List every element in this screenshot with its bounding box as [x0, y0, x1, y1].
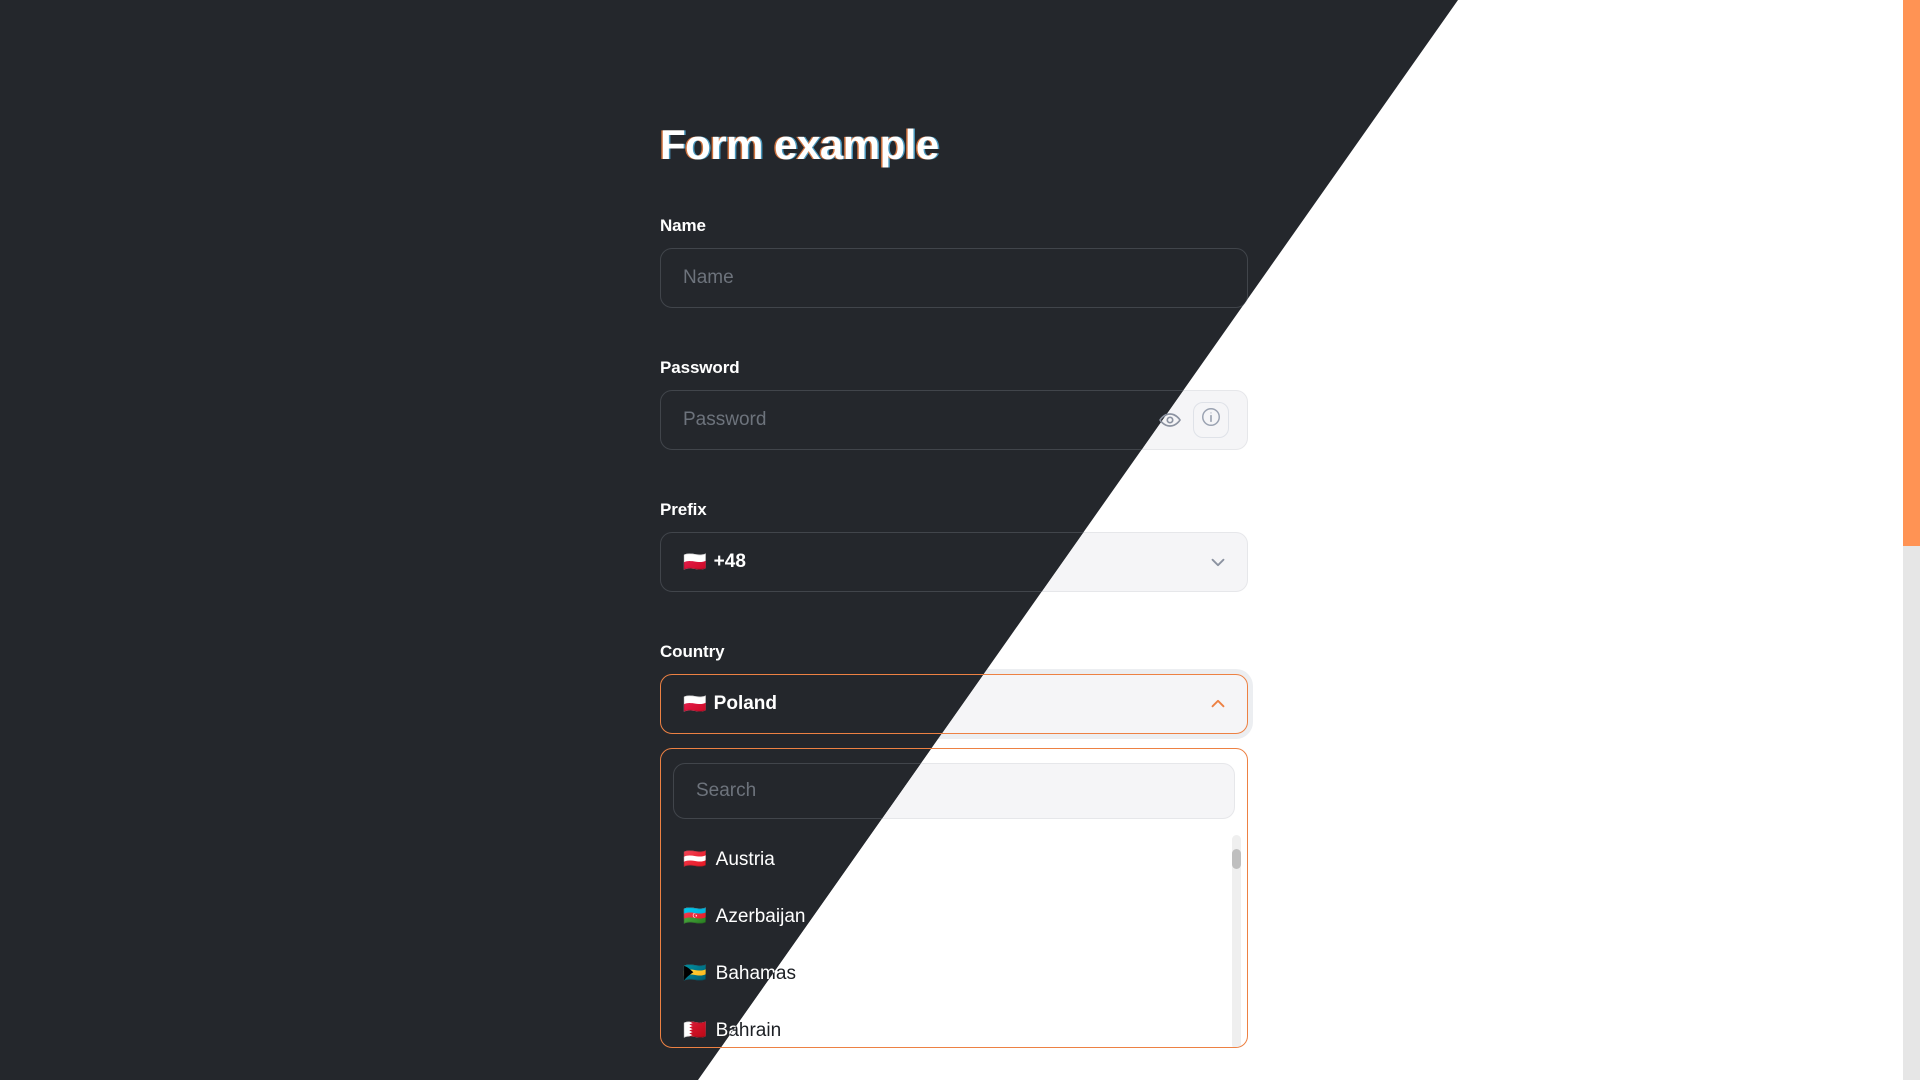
page-scrollbar-track-remainder[interactable]	[1903, 546, 1920, 1080]
option-label: Azerbaijan	[715, 905, 806, 927]
option-flag-icon: 🇧🇸	[683, 963, 707, 984]
option-flag-icon: 🇦🇿	[683, 906, 707, 927]
info-icon	[1200, 406, 1222, 434]
country-search-placeholder: Search	[696, 780, 757, 801]
option-flag-icon: 🇦🇹	[683, 849, 707, 870]
country-select-value: 🇵🇱 Poland	[683, 693, 777, 715]
page-scrollbar-thumb[interactable]	[1903, 0, 1920, 546]
prefix-select-value: 🇵🇱 +48	[683, 551, 746, 573]
name-field-label: Name	[660, 216, 706, 235]
list-item[interactable]: 🇧🇭 Bahrain	[673, 1002, 1235, 1047]
option-label: Austria	[715, 848, 775, 870]
name-input[interactable]: Name	[660, 248, 1248, 308]
chevron-down-icon[interactable]	[1207, 551, 1229, 573]
name-input-placeholder: Name	[683, 267, 734, 288]
page-title: Form example	[660, 121, 939, 168]
page-scrollbar[interactable]	[1903, 0, 1920, 1080]
page-root: Form example Name Name Password Password	[0, 0, 1920, 1080]
password-field-label: Password	[660, 358, 740, 377]
chevron-up-icon[interactable]	[1207, 693, 1229, 715]
password-info-button[interactable]	[1193, 402, 1229, 438]
password-input-placeholder: Password	[683, 409, 767, 430]
country-value-text: Poland	[713, 693, 778, 714]
prefix-value-text: +48	[713, 551, 746, 572]
option-flag-icon: 🇧🇭	[683, 1020, 707, 1041]
dropdown-scrollbar-thumb[interactable]	[1232, 849, 1241, 869]
prefix-flag-icon: 🇵🇱	[683, 551, 707, 573]
country-flag-icon: 🇵🇱	[683, 693, 707, 715]
